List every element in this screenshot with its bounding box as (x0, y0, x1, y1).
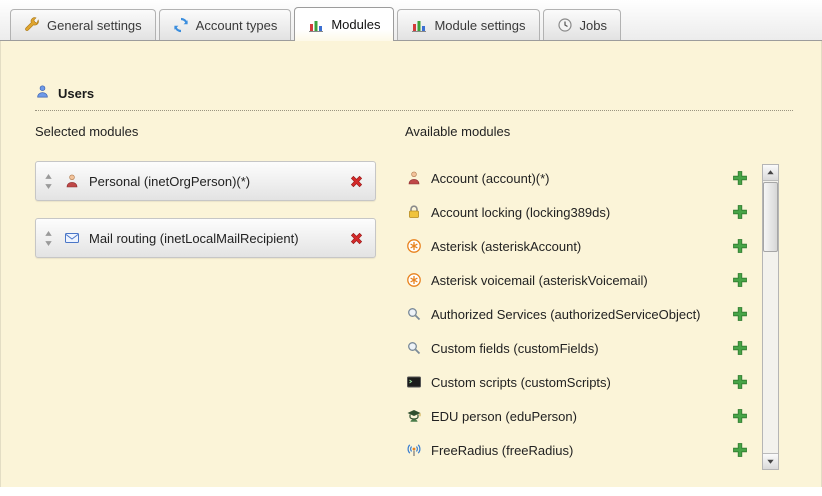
available-module-row-account-locking: Account locking (locking389ds) (405, 195, 757, 229)
wrench-icon (24, 17, 40, 33)
available-module-row-authorized-services: Authorized Services (authorizedServiceOb… (405, 297, 757, 331)
available-module-label: Authorized Services (authorizedServiceOb… (431, 307, 723, 322)
asterisk-icon (405, 238, 422, 254)
add-plus-icon (732, 272, 748, 288)
available-modules-column: Available modules Account (account)(*) A… (405, 124, 779, 467)
available-modules-scrollbar[interactable] (762, 164, 779, 470)
arrow-up-icon (766, 168, 775, 177)
lock-icon (405, 204, 422, 220)
tab-label: Module settings (434, 18, 525, 33)
available-module-row-asterisk-voicemail: Asterisk voicemail (asteriskVoicemail) (405, 263, 757, 297)
tab-label: Account types (196, 18, 278, 33)
tab-account-types[interactable]: Account types (159, 9, 292, 40)
add-module-button[interactable] (732, 272, 749, 289)
available-module-label: EDU person (eduPerson) (431, 409, 723, 424)
available-module-row-asterisk: Asterisk (asteriskAccount) (405, 229, 757, 263)
add-plus-icon (732, 238, 748, 254)
available-module-row-edu-person: EDU person (eduPerson) (405, 399, 757, 433)
tab-bar: General settings Account types Modules M… (0, 0, 822, 41)
tab-modules[interactable]: Modules (294, 7, 394, 41)
delete-x-icon (348, 230, 365, 247)
available-modules-list: Account (account)(*) Account locking (lo… (405, 161, 757, 467)
add-module-button[interactable] (732, 306, 749, 323)
selected-module-label: Mail routing (inetLocalMailRecipient) (89, 231, 339, 246)
scrollbar-up-button[interactable] (763, 165, 778, 181)
selected-module-row-personal[interactable]: Personal (inetOrgPerson)(*) (35, 161, 376, 201)
available-module-label: Account locking (locking389ds) (431, 205, 723, 220)
add-plus-icon (732, 340, 748, 356)
available-module-label: Asterisk (asteriskAccount) (431, 239, 723, 254)
drag-handle-icon[interactable] (44, 174, 54, 189)
tab-label: Jobs (580, 18, 607, 33)
magnifier-icon (405, 306, 422, 322)
add-plus-icon (732, 374, 748, 390)
magnifier-icon (405, 340, 422, 356)
scrollbar-thumb[interactable] (763, 182, 778, 252)
person-icon (63, 173, 80, 189)
user-icon (35, 84, 50, 102)
available-module-label: Custom scripts (customScripts) (431, 375, 723, 390)
graduate-icon (405, 408, 422, 424)
available-module-label: FreeRadius (freeRadius) (431, 443, 723, 458)
available-module-row-account: Account (account)(*) (405, 161, 757, 195)
module-settings-chart-icon (411, 17, 427, 33)
asterisk-icon (405, 272, 422, 288)
modules-panel: Users Selected modules Personal (inetOrg… (0, 41, 822, 487)
delete-x-icon (348, 173, 365, 190)
person-icon (405, 170, 422, 186)
selected-module-row-mail-routing[interactable]: Mail routing (inetLocalMailRecipient) (35, 218, 376, 258)
available-module-row-custom-fields: Custom fields (customFields) (405, 331, 757, 365)
scrollbar-down-button[interactable] (763, 453, 778, 469)
tab-label: General settings (47, 18, 142, 33)
available-module-label: Custom fields (customFields) (431, 341, 723, 356)
section-title: Users (58, 86, 94, 101)
users-section-header: Users (35, 84, 793, 111)
remove-module-button[interactable] (348, 229, 366, 247)
add-module-button[interactable] (732, 238, 749, 255)
available-module-row-freeradius: FreeRadius (freeRadius) (405, 433, 757, 467)
tab-module-settings[interactable]: Module settings (397, 9, 539, 40)
tab-general-settings[interactable]: General settings (10, 9, 156, 40)
arrow-down-icon (766, 457, 775, 466)
tab-label: Modules (331, 17, 380, 32)
add-module-button[interactable] (732, 204, 749, 221)
remove-module-button[interactable] (348, 172, 366, 190)
add-module-button[interactable] (732, 170, 749, 187)
drag-handle-icon[interactable] (44, 231, 54, 246)
add-plus-icon (732, 170, 748, 186)
clock-icon (557, 17, 573, 33)
antenna-icon (405, 442, 422, 458)
add-plus-icon (732, 442, 748, 458)
tab-jobs[interactable]: Jobs (543, 9, 621, 40)
add-module-button[interactable] (732, 340, 749, 357)
mail-icon (63, 230, 80, 246)
add-plus-icon (732, 306, 748, 322)
selected-modules-heading: Selected modules (35, 124, 376, 139)
available-modules-heading: Available modules (405, 124, 779, 139)
available-module-row-custom-scripts: Custom scripts (customScripts) (405, 365, 757, 399)
add-module-button[interactable] (732, 408, 749, 425)
available-module-label: Account (account)(*) (431, 171, 723, 186)
available-module-label: Asterisk voicemail (asteriskVoicemail) (431, 273, 723, 288)
modules-chart-icon (308, 17, 324, 33)
add-module-button[interactable] (732, 374, 749, 391)
selected-modules-column: Selected modules Personal (inetOrgPerson… (35, 124, 376, 275)
selected-module-label: Personal (inetOrgPerson)(*) (89, 174, 339, 189)
add-module-button[interactable] (732, 442, 749, 459)
add-plus-icon (732, 408, 748, 424)
terminal-icon (405, 374, 422, 390)
add-plus-icon (732, 204, 748, 220)
account-types-icon (173, 17, 189, 33)
